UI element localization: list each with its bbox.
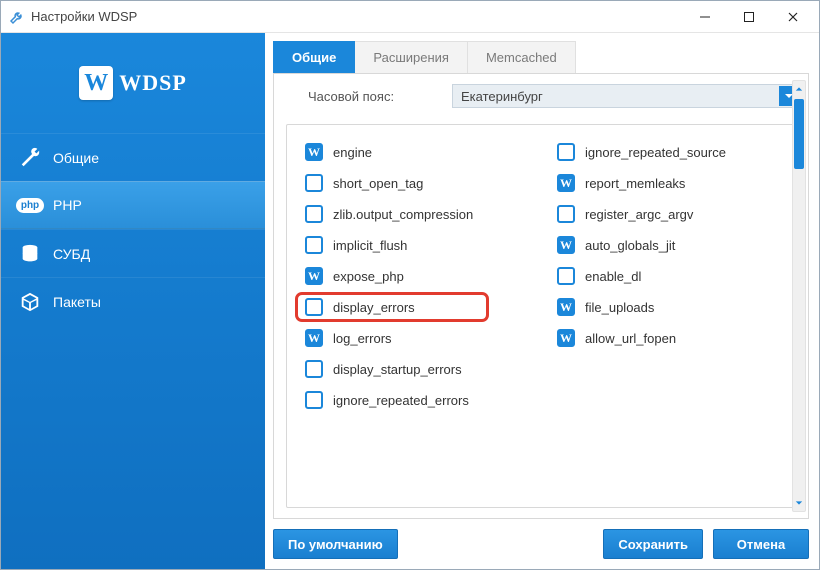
footer-buttons: По умолчанию Сохранить Отмена (265, 519, 809, 559)
button-label: Сохранить (618, 537, 688, 552)
sidebar: W WDSP Общие php PHP СУ (1, 33, 265, 569)
sidebar-item-packages[interactable]: Пакеты (1, 277, 265, 325)
option-label: allow_url_fopen (585, 331, 676, 346)
wrench-icon (9, 9, 25, 25)
option-label: report_memleaks (585, 176, 685, 191)
checkbox[interactable] (557, 267, 575, 285)
option-register-argc-argv[interactable]: register_argc_argv (557, 205, 789, 223)
option-label: log_errors (333, 331, 392, 346)
window-title: Настройки WDSP (31, 9, 137, 24)
option-short-open-tag[interactable]: short_open_tag (305, 174, 537, 192)
checkbox[interactable] (305, 174, 323, 192)
option-allow-url-fopen[interactable]: allow_url_fopen (557, 329, 789, 347)
sidebar-item-label: PHP (53, 197, 82, 213)
database-icon (19, 243, 41, 265)
option-report-memleaks[interactable]: report_memleaks (557, 174, 789, 192)
option-label: expose_php (333, 269, 404, 284)
checkbox[interactable] (557, 205, 575, 223)
timezone-row: Часовой пояс: Екатеринбург (308, 84, 802, 108)
save-button[interactable]: Сохранить (603, 529, 703, 559)
tab-extensions[interactable]: Расширения (355, 41, 468, 73)
checkbox[interactable] (305, 205, 323, 223)
logo-text: WDSP (119, 70, 187, 96)
option-label: ignore_repeated_errors (333, 393, 469, 408)
option-engine[interactable]: engine (305, 143, 537, 161)
option-label: ignore_repeated_source (585, 145, 726, 160)
option-label: display_errors (333, 300, 415, 315)
option-expose-php[interactable]: expose_php (305, 267, 537, 285)
cancel-button[interactable]: Отмена (713, 529, 809, 559)
option-zlib-output-compression[interactable]: zlib.output_compression (305, 205, 537, 223)
php-options-box: engine ignore_repeated_source short_open_t… (286, 124, 802, 508)
option-log-errors[interactable]: log_errors (305, 329, 537, 347)
option-label: auto_globals_jit (585, 238, 675, 253)
sidebar-item-label: Пакеты (53, 294, 101, 310)
default-button[interactable]: По умолчанию (273, 529, 398, 559)
option-label: short_open_tag (333, 176, 423, 191)
option-implicit-flush[interactable]: implicit_flush (305, 236, 537, 254)
sidebar-nav: Общие php PHP СУБД Пакеты (1, 133, 265, 325)
scroll-down-icon[interactable] (793, 495, 805, 511)
option-file-uploads[interactable]: file_uploads (557, 298, 789, 316)
tab-general[interactable]: Общие (273, 41, 355, 73)
option-display-startup-errors[interactable]: display_startup_errors (305, 360, 537, 378)
vertical-scrollbar[interactable] (792, 80, 806, 512)
sidebar-item-php[interactable]: php PHP (1, 181, 265, 229)
option-auto-globals-jit[interactable]: auto_globals_jit (557, 236, 789, 254)
settings-window: Настройки WDSP W WDSP Общие (0, 0, 820, 570)
logo: W WDSP (1, 33, 265, 133)
sidebar-item-general[interactable]: Общие (1, 133, 265, 181)
sidebar-item-label: СУБД (53, 246, 90, 262)
tab-memcached[interactable]: Memcached (468, 41, 576, 73)
sidebar-item-db[interactable]: СУБД (1, 229, 265, 277)
checkbox[interactable] (305, 298, 323, 316)
php-icon: php (19, 194, 41, 216)
option-label: engine (333, 145, 372, 160)
option-label: implicit_flush (333, 238, 407, 253)
scroll-up-icon[interactable] (793, 81, 805, 97)
wrench-icon (19, 147, 41, 169)
logo-badge: W (79, 66, 113, 100)
main-panel: Общие Расширения Memcached Часовой пояс:… (265, 33, 819, 569)
checkbox[interactable] (557, 143, 575, 161)
option-label: register_argc_argv (585, 207, 693, 222)
tab-label: Расширения (373, 50, 449, 65)
settings-panel: Часовой пояс: Екатеринбург engine ignore_… (273, 73, 809, 519)
checkbox[interactable] (557, 236, 575, 254)
tab-label: Memcached (486, 50, 557, 65)
checkbox[interactable] (557, 329, 575, 347)
scrollbar-thumb[interactable] (794, 99, 804, 169)
checkbox[interactable] (305, 143, 323, 161)
option-label: enable_dl (585, 269, 641, 284)
tab-label: Общие (292, 50, 336, 65)
checkbox[interactable] (557, 174, 575, 192)
checkbox[interactable] (305, 267, 323, 285)
option-label: file_uploads (585, 300, 654, 315)
checkbox[interactable] (305, 329, 323, 347)
timezone-value: Екатеринбург (461, 89, 543, 104)
option-enable-dl[interactable]: enable_dl (557, 267, 789, 285)
checkbox[interactable] (557, 298, 575, 316)
checkbox[interactable] (305, 360, 323, 378)
close-button[interactable] (771, 2, 815, 32)
timezone-select[interactable]: Екатеринбург (452, 84, 802, 108)
option-ignore-repeated-errors[interactable]: ignore_repeated_errors (305, 391, 537, 409)
titlebar: Настройки WDSP (1, 1, 819, 33)
option-label: display_startup_errors (333, 362, 462, 377)
option-ignore-repeated-source[interactable]: ignore_repeated_source (557, 143, 789, 161)
checkbox[interactable] (305, 236, 323, 254)
button-label: По умолчанию (288, 537, 383, 552)
timezone-label: Часовой пояс: (308, 89, 438, 104)
button-label: Отмена (737, 537, 785, 552)
option-display-errors[interactable]: display_errors (305, 298, 537, 316)
option-label: zlib.output_compression (333, 207, 473, 222)
minimize-button[interactable] (683, 2, 727, 32)
tabs: Общие Расширения Memcached (265, 41, 809, 73)
package-icon (19, 291, 41, 313)
checkbox[interactable] (305, 391, 323, 409)
sidebar-item-label: Общие (53, 150, 99, 166)
maximize-button[interactable] (727, 2, 771, 32)
